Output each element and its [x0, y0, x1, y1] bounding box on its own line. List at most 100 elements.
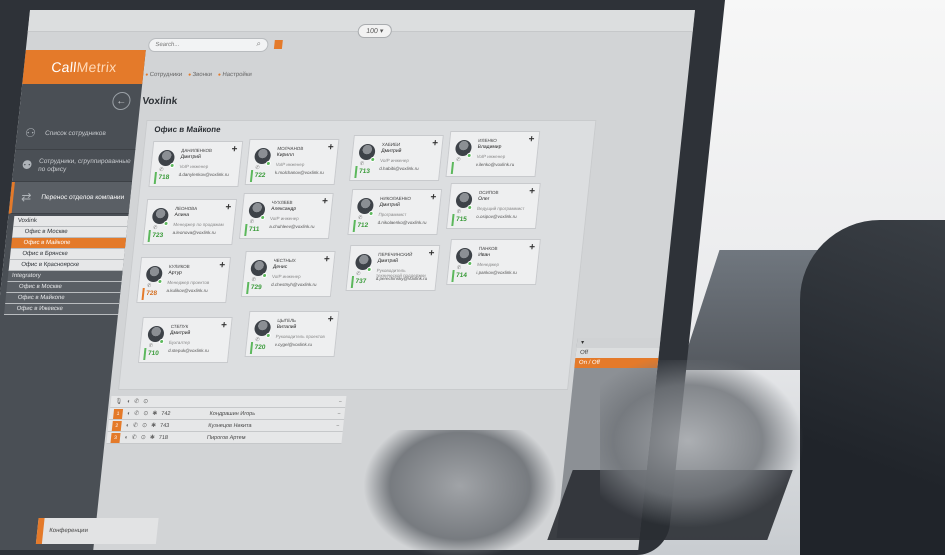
- employee-card[interactable]: + ПЕРЕЧИНСКИЙ Дмитрий Руководитель техничес…: [345, 245, 441, 291]
- call-list: 🎙 ◖ ✆ ⊙ − 1 ◖ ✆ ⊙ ✱ 742 Кондрашин Игорь …: [106, 396, 347, 444]
- sidebar-item-employees[interactable]: ⚇ Список сотрудников: [15, 118, 139, 150]
- phone-icon: ✆: [455, 157, 461, 163]
- employee-card[interactable]: + МОЛЧАНОВ Кирилл VoIP инженер ✆ k.molchanov@…: [244, 139, 340, 185]
- employee-email[interactable]: d.nikolaenko@voxlink.ru: [377, 220, 438, 225]
- sidebar-item-label: Сотрудники, сгруппированные по офису: [37, 157, 132, 173]
- employee-email[interactable]: d.stepuk@voxlink.ru: [168, 348, 229, 353]
- employee-name: ЦЫГЕЛЬ Виталий: [276, 318, 333, 330]
- employee-extension: 713: [354, 166, 371, 178]
- status-dot: [169, 163, 175, 168]
- tree-node[interactable]: Офис в Ижевске: [3, 304, 120, 315]
- tree-node[interactable]: Офис в Майкопе: [10, 238, 127, 249]
- call-row[interactable]: 2 ◖ ✆ ⊙ ✱ 743 Кузнецов Никита −: [107, 420, 344, 432]
- employee-card[interactable]: + ПАНКОВ Иван Менеджер ✆ i.pankov@voxlink.ru 7…: [446, 239, 541, 285]
- breadcrumb-item[interactable]: Сотрудники: [145, 72, 182, 78]
- employee-email[interactable]: a.chuhleev@voxlink.ru: [269, 224, 330, 229]
- employee-email[interactable]: v.ilenko@voxlink.ru: [475, 162, 536, 167]
- sidebar-menu: ⚇ Список сотрудников ⚉ Сотрудники, сгруп…: [8, 118, 139, 214]
- employee-email[interactable]: d.danylenkov@voxlink.ru: [178, 172, 239, 177]
- top-bar: 100 ▾: [27, 10, 695, 38]
- call-index: 3: [110, 432, 121, 443]
- call-row[interactable]: 1 ◖ ✆ ⊙ ✱ 742 Кондрашин Игорь −: [108, 408, 346, 420]
- zoom-selector[interactable]: 100 ▾: [357, 24, 393, 38]
- employee-email[interactable]: i.pankov@voxlink.ru: [476, 270, 537, 275]
- star-icon: ✱: [151, 411, 158, 417]
- status-dot: [366, 267, 372, 272]
- employee-card[interactable]: + КУЛИКОВ Артур Менеджер проектов ✆ a.kulikov…: [136, 257, 232, 303]
- sidebar-item-label: Перенос отделов компании: [40, 193, 125, 201]
- status-dot: [261, 273, 268, 278]
- back-arrow-icon[interactable]: ←: [111, 92, 132, 110]
- employee-email[interactable]: o.osipov@voxlink.ru: [476, 214, 537, 219]
- employee-card[interactable]: + ЛЕОНОВА Алина Менеджер по продажам ✆ a.leon…: [142, 199, 238, 245]
- filter-button[interactable]: [273, 40, 283, 49]
- minus-icon[interactable]: −: [336, 423, 340, 429]
- employee-extension: 728: [141, 288, 158, 300]
- employee-card[interactable]: + ЦЫГЕЛЬ Виталий Руководитель проектов ✆ v.cy…: [244, 311, 340, 357]
- tree-node[interactable]: Офис в Брянске: [9, 249, 125, 260]
- employee-name: ХАБИБИ Дмитрий: [381, 142, 438, 154]
- employee-email[interactable]: d.habibi@voxlink.ru: [379, 166, 440, 171]
- employee-card[interactable]: + ХАБИБИ Дмитрий VoIP инженер ✆ d.habibi@voxl…: [349, 135, 444, 181]
- minus-icon[interactable]: −: [337, 411, 341, 417]
- employee-role: VoIP инженер: [476, 154, 506, 159]
- employee-first-name: Кирилл: [276, 151, 295, 158]
- record-icon: ⊙: [142, 411, 149, 417]
- employee-email[interactable]: v.cygel@voxlink.ru: [275, 342, 336, 347]
- logo-text-part1: Call: [50, 59, 78, 75]
- employee-email[interactable]: a.leonova@voxlink.ru: [172, 230, 233, 235]
- breadcrumb-item[interactable]: Звонки: [188, 72, 212, 78]
- employee-card[interactable]: + ИЛЕНКО Владимир VoIP инженер ✆ v.ilenko@vox…: [445, 131, 541, 177]
- tree-node[interactable]: Integratory: [7, 271, 123, 282]
- employee-first-name: Виталий: [276, 323, 297, 330]
- employee-first-name: Владимир: [477, 143, 502, 150]
- status-dot: [158, 339, 165, 344]
- tree-node[interactable]: Офис в Москве: [6, 282, 122, 293]
- right-hand: [600, 360, 820, 540]
- chevron-down-icon[interactable]: ▾: [581, 340, 585, 346]
- chevron-down-icon: ▾: [379, 28, 384, 35]
- call-row[interactable]: 🎙 ◖ ✆ ⊙ −: [110, 396, 347, 408]
- mic-icon: 🎙: [114, 399, 123, 405]
- status-dot: [467, 261, 473, 266]
- tree-node[interactable]: Офис в Красноярске: [8, 260, 124, 271]
- breadcrumb: Сотрудники Звонки Настройки: [145, 72, 252, 78]
- call-row[interactable]: 3 ◖ ✆ ⊙ ✱ 718 Пирогов Артем: [106, 432, 343, 444]
- employee-email[interactable]: d.chestnyh@voxlink.ru: [271, 282, 332, 287]
- search-input[interactable]: Search...: [147, 38, 270, 52]
- employee-card[interactable]: + НИКОЛАЕНКО Дмитрий Программист ✆ d.nikolaen…: [347, 189, 443, 235]
- tab-conferences[interactable]: Конференции: [35, 518, 159, 544]
- employee-email[interactable]: a.kulikov@voxlink.ru: [166, 288, 227, 293]
- employee-extension: 710: [143, 348, 160, 360]
- employee-card[interactable]: + ЧУХЛЕЕВ Александр VoIP инженер ✆ a.chuhleev…: [238, 193, 334, 239]
- record-icon: ⊙: [140, 435, 147, 441]
- status-dot: [265, 333, 272, 338]
- employee-card[interactable]: + ЧЕСТНЫХ Денис VoIP инженер ✆ d.chestnyh@vox…: [240, 251, 336, 297]
- employee-email[interactable]: k.molchanov@voxlink.ru: [275, 170, 336, 175]
- employee-card[interactable]: + ДАНИЛЕНКОВ Дмитрий VoIP инженер ✆ d.danylen…: [148, 141, 244, 187]
- tree-node[interactable]: Офис в Майкопе: [5, 293, 121, 304]
- employee-email[interactable]: d.perechinsky@voxlink.ru: [376, 276, 437, 281]
- employee-first-name: Дмитрий: [169, 329, 191, 336]
- tree-node[interactable]: Офис в Москве: [12, 227, 128, 238]
- employee-extension: 718: [153, 172, 170, 184]
- sidebar-item-grouped[interactable]: ⚉ Сотрудники, сгруппированные по офису: [11, 150, 136, 182]
- caller-name: Кондрашин Игорь: [209, 410, 256, 417]
- employee-role: Менеджер по продажам: [173, 222, 225, 227]
- tree-node[interactable]: Voxlink: [13, 216, 129, 227]
- laptop-screen: 100 ▾ Call Metrix ← ⚇ Список сотрудников …: [0, 10, 695, 550]
- zoom-value: 100: [365, 27, 379, 35]
- employee-card[interactable]: + СТЕПУК Дмитрий Бухгалтер ✆ d.stepuk@voxlink…: [137, 317, 233, 363]
- panel-row[interactable]: Off: [575, 348, 660, 358]
- employee-card[interactable]: + ОСИПОВ Олег Ведущий программист ✆ o.osipov@…: [445, 183, 541, 229]
- headset-icon: ◖: [123, 434, 129, 441]
- headset-icon: ◖: [126, 398, 131, 405]
- call-index: 1: [113, 408, 124, 419]
- minus-icon[interactable]: −: [338, 399, 342, 405]
- employee-first-name: Дмитрий: [180, 153, 202, 160]
- sidebar-item-transfer[interactable]: ⇄ Перенос отделов компании: [8, 182, 132, 214]
- employee-name: ЧУХЛЕЕВ Александр: [271, 200, 328, 212]
- employee-name: ЧЕСТНЫХ Денис: [273, 258, 330, 270]
- breadcrumb-item[interactable]: Настройки: [218, 72, 252, 78]
- employee-first-name: Денис: [272, 263, 288, 270]
